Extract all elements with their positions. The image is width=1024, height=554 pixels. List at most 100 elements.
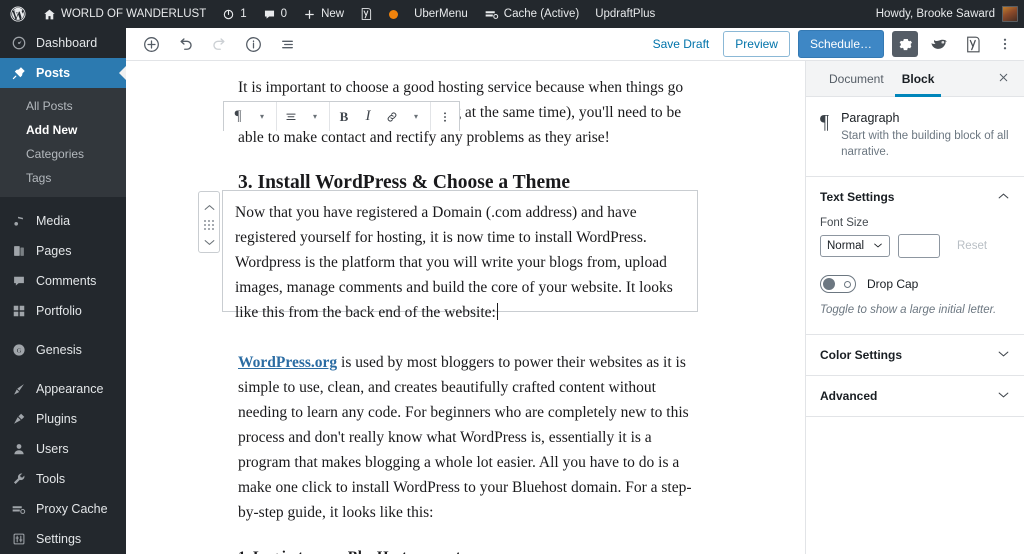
move-down-icon[interactable] xyxy=(203,230,216,255)
comments-menu[interactable]: 0 xyxy=(255,0,295,28)
sidebar-item-genesis[interactable]: G Genesis xyxy=(0,335,126,365)
info-icon[interactable] xyxy=(238,29,268,59)
menu-separator xyxy=(0,365,126,374)
wordpress-org-link[interactable]: WordPress.org xyxy=(238,354,337,371)
portfolio-icon xyxy=(10,304,27,318)
comment-icon xyxy=(264,10,274,19)
color-settings-header[interactable]: Color Settings xyxy=(806,335,1024,375)
tab-block[interactable]: Block xyxy=(893,61,944,97)
close-icon[interactable] xyxy=(997,71,1010,87)
block-navigation-icon[interactable] xyxy=(272,29,302,59)
wordpress-block-editor: WORLD OF WANDERLUST 1 0 New UberMenu Cac… xyxy=(0,0,1024,554)
wrench-icon xyxy=(10,472,27,486)
chevron-up-icon[interactable] xyxy=(997,192,1010,202)
submenu-item-categories[interactable]: Categories xyxy=(0,142,126,166)
formatting-group[interactable]: B I ▾ xyxy=(330,102,431,131)
sidebar-item-appearance[interactable]: Appearance xyxy=(0,374,126,404)
account-menu[interactable]: Howdy, Brooke Saward xyxy=(876,6,1024,22)
drop-cap-toggle[interactable] xyxy=(820,275,856,293)
undo-icon[interactable] xyxy=(170,29,200,59)
genesis-icon[interactable]: G xyxy=(926,31,952,57)
sidebar-item-comments[interactable]: Comments xyxy=(0,266,126,296)
sidebar-item-label: Plugins xyxy=(36,412,77,426)
updates-menu[interactable]: 1 xyxy=(214,0,254,28)
preview-button[interactable]: Preview xyxy=(723,31,790,57)
italic-button[interactable]: I xyxy=(356,103,380,131)
new-content-menu[interactable]: New xyxy=(295,0,352,28)
genesis-icon: G xyxy=(10,343,27,357)
sidebar-item-posts[interactable]: Posts xyxy=(0,58,126,88)
settings-sidebar: Document Block ¶ Paragraph Start with th… xyxy=(805,61,1024,554)
add-block-icon[interactable] xyxy=(136,29,166,59)
align-left-icon[interactable] xyxy=(279,103,303,131)
submenu-item-add-new[interactable]: Add New xyxy=(0,118,126,142)
submenu-item-tags[interactable]: Tags xyxy=(0,166,126,190)
status-dot[interactable] xyxy=(381,0,406,28)
sidebar-item-portfolio[interactable]: Portfolio xyxy=(0,296,126,326)
link-icon[interactable] xyxy=(380,103,404,131)
color-settings-panel: Color Settings xyxy=(806,334,1024,375)
font-size-value: Normal xyxy=(827,240,865,252)
save-draft-button[interactable]: Save Draft xyxy=(647,33,716,55)
block-more-group[interactable] xyxy=(431,102,459,131)
font-size-label: Font Size xyxy=(820,217,869,229)
chevron-down-icon[interactable]: ▾ xyxy=(303,103,327,131)
brush-icon xyxy=(10,382,27,396)
site-name-menu[interactable]: WORLD OF WANDERLUST xyxy=(35,0,214,28)
chevron-down-icon[interactable]: ▾ xyxy=(404,103,428,131)
alignment-group[interactable]: ▾ xyxy=(277,102,330,131)
sidebar-item-label: Settings xyxy=(36,532,82,546)
sidebar-item-label: Pages xyxy=(36,244,72,258)
sidebar-item-proxy-cache[interactable]: Proxy Cache xyxy=(0,494,126,524)
bold-button[interactable]: B xyxy=(332,103,356,131)
sidebar-item-pages[interactable]: Pages xyxy=(0,236,126,266)
submenu-item-all-posts[interactable]: All Posts xyxy=(0,94,126,118)
editor-canvas[interactable]: It is important to choose a good hosting… xyxy=(126,61,805,554)
sidebar-item-dashboard[interactable]: Dashboard xyxy=(0,28,126,58)
media-icon xyxy=(10,214,27,228)
paragraph-icon[interactable]: ¶ xyxy=(226,103,250,131)
sidebar-item-tools[interactable]: Tools xyxy=(0,464,126,494)
redo-icon xyxy=(204,29,234,59)
chevron-down-icon[interactable] xyxy=(997,391,1010,401)
selected-paragraph-text[interactable]: Now that you have registered a Domain (.… xyxy=(223,191,697,333)
font-size-custom-input[interactable] xyxy=(898,234,940,258)
text-settings-header[interactable]: Text Settings xyxy=(806,177,1024,217)
wordpress-logo-icon[interactable] xyxy=(0,0,35,28)
sidebar-item-plugins[interactable]: Plugins xyxy=(0,404,126,434)
yoast-icon[interactable] xyxy=(960,31,986,57)
chevron-down-icon[interactable] xyxy=(997,350,1010,360)
sidebar-item-media[interactable]: Media xyxy=(0,206,126,236)
block-type-group[interactable]: ¶ ▾ xyxy=(224,102,277,131)
more-options-button[interactable] xyxy=(994,31,1016,57)
list-item[interactable]: 1. Log in to your BlueHost account xyxy=(126,545,805,554)
panel-bottom-divider xyxy=(806,416,1024,417)
sidebar-item-users[interactable]: Users xyxy=(0,434,126,464)
selected-paragraph-block[interactable]: Now that you have registered a Domain (.… xyxy=(222,190,698,321)
move-up-icon[interactable] xyxy=(203,195,216,220)
ubermenu-menu[interactable]: UberMenu xyxy=(406,0,476,28)
sidebar-item-label: Proxy Cache xyxy=(36,502,108,516)
paragraph-block-with-link[interactable]: WordPress.org is used by most bloggers t… xyxy=(126,350,805,525)
drag-handle-icon[interactable] xyxy=(204,220,214,230)
yoast-menu[interactable] xyxy=(352,0,381,28)
tab-document[interactable]: Document xyxy=(820,61,893,97)
sidebar-item-settings[interactable]: Settings xyxy=(0,524,126,554)
font-size-select[interactable]: Normal xyxy=(820,235,890,257)
schedule-button[interactable]: Schedule… xyxy=(797,30,884,58)
new-label: New xyxy=(321,8,345,20)
reset-button[interactable]: Reset xyxy=(948,235,996,257)
settings-gear-icon[interactable] xyxy=(892,31,918,57)
chevron-down-icon[interactable]: ▾ xyxy=(250,103,274,131)
cache-menu[interactable]: Cache (Active) xyxy=(476,0,587,28)
cache-icon xyxy=(10,503,27,516)
updraftplus-menu[interactable]: UpdraftPlus xyxy=(587,0,663,28)
ellipsis-vertical-icon[interactable] xyxy=(433,103,457,131)
advanced-header[interactable]: Advanced xyxy=(806,376,1024,416)
menu-separator xyxy=(0,326,126,335)
text-settings-body: Font Size Normal Reset Drop Cap Toggle t… xyxy=(806,217,1024,334)
yoast-icon xyxy=(361,8,372,20)
updates-count: 1 xyxy=(240,8,247,20)
sidebar-item-label: Posts xyxy=(36,66,71,80)
block-name: Paragraph xyxy=(841,111,900,125)
